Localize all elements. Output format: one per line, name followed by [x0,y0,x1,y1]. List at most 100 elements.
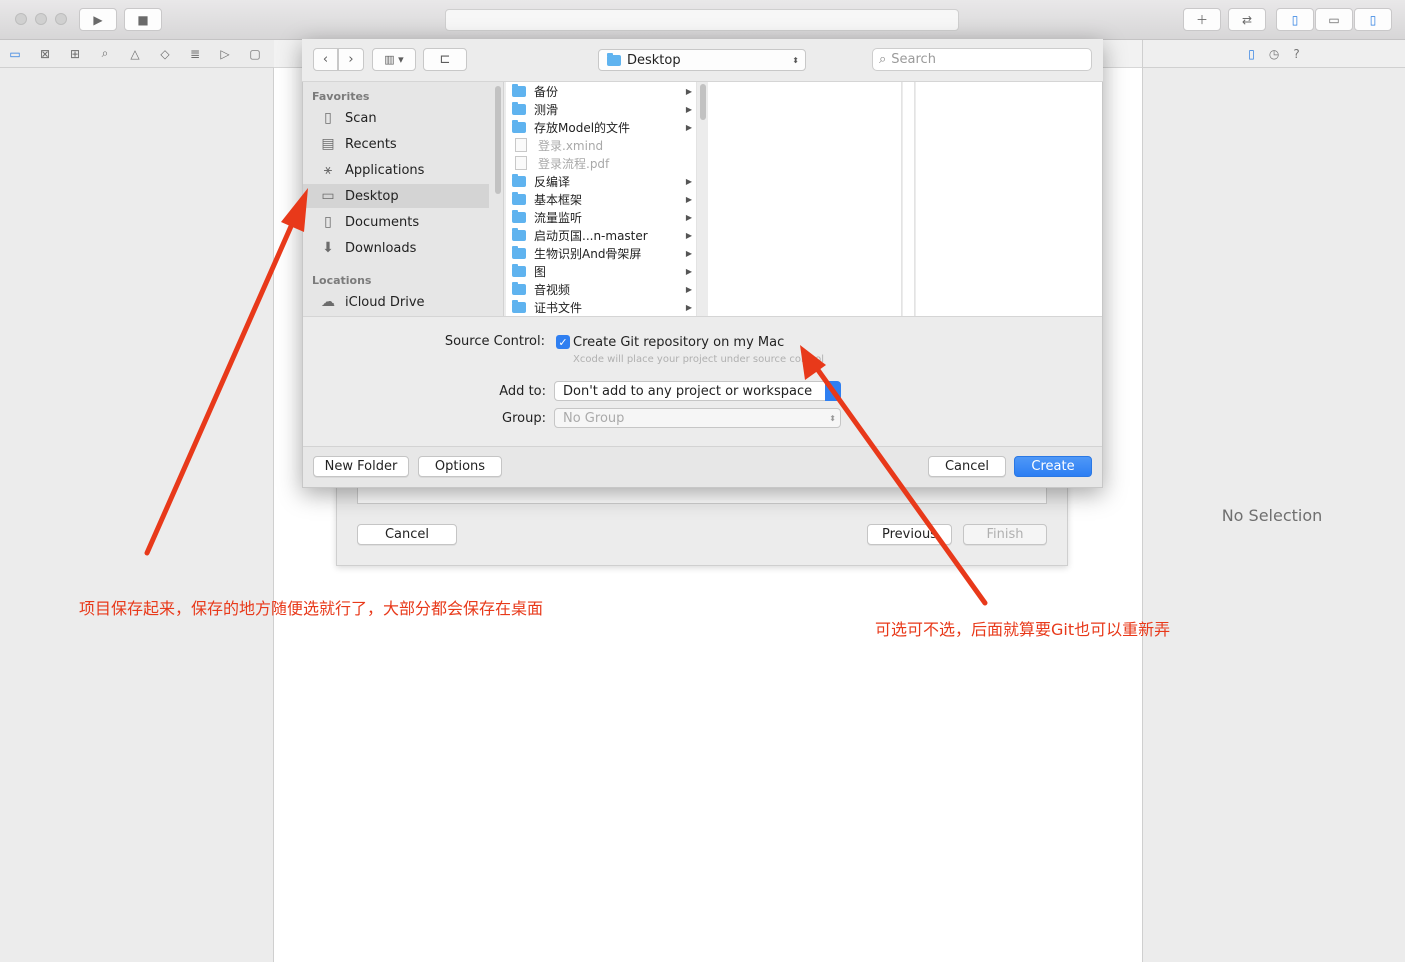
options-button[interactable]: Options [418,456,502,477]
disclosure-arrow-icon: ▶ [685,302,692,312]
list-item[interactable]: 反编译 ▶ [506,172,696,190]
add-to-value: Don't add to any project or workspace [563,383,813,399]
list-item[interactable]: 备份 ▶ [506,82,696,100]
wizard-finish-button[interactable]: Finish [963,524,1047,545]
document-icon: ▯ [324,110,332,126]
search-field[interactable]: ⌕ Search [872,48,1092,71]
sidebar-item-label: Applications [345,162,425,178]
disclosure-arrow-icon: ▶ [685,104,692,114]
test-icon[interactable]: ◇ [150,47,180,61]
run-button[interactable]: ▶ [79,8,117,31]
wizard-previous-button[interactable]: Previous [867,524,952,545]
folder-icon [512,83,526,97]
list-item[interactable]: 证书文件 ▶ [506,298,696,316]
folder-icon [512,209,526,223]
list-item[interactable]: 图 ▶ [506,262,696,280]
forward-button[interactable]: › [338,48,364,71]
folder-icon[interactable]: ▭ [0,47,30,61]
list-item[interactable]: 启动页国...n-master ▶ [506,226,696,244]
folder-icon [512,263,526,277]
list-item[interactable]: 测滑 ▶ [506,100,696,118]
view-mode-button[interactable]: ▥ ▾ [372,48,416,71]
zoom-window-button[interactable] [55,13,67,25]
stop-button[interactable]: ■ [124,8,162,31]
minimize-window-button[interactable] [35,13,47,25]
sidebar-item-label: iCloud Drive [345,294,425,310]
sidebar-scrollbar[interactable] [495,86,501,194]
list-item[interactable]: 生物识别And骨架屏 ▶ [506,244,696,262]
library-button[interactable]: ＋ [1183,8,1221,31]
swap-arrows-icon: ⇄ [1241,12,1253,27]
stop-icon: ■ [137,12,149,27]
sidebar-item-scan[interactable]: ▯ Scan [303,106,489,130]
help-icon[interactable]: ? [1293,47,1299,61]
disclosure-arrow-icon: ▶ [685,194,692,204]
wizard-cancel-button[interactable]: Cancel [357,524,457,545]
cancel-button[interactable]: Cancel [928,456,1006,477]
add-to-popup[interactable]: Don't add to any project or workspace ⬍ [554,381,841,401]
sidebar-item-icloud-drive[interactable]: ☁ iCloud Drive [303,290,489,314]
folder-icon [512,173,526,187]
warning-icon[interactable]: △ [120,47,150,61]
sidebar-item-downloads[interactable]: ⬇ Downloads [303,236,489,260]
activity-viewer [445,9,959,31]
sidebar-item-recents[interactable]: ▤ Recents [303,132,489,156]
list-item[interactable]: 基本框架 ▶ [506,190,696,208]
sidebar-item-applications[interactable]: ⚹ Applications [303,158,489,182]
finder-sidebar: Favorites ▯ Scan ▤ Recents ⚹ Application… [303,82,504,316]
plus-icon: ＋ [1195,13,1208,27]
find-icon[interactable]: ⌕ [90,46,120,61]
new-folder-toolbar-button[interactable]: ⊏ [423,48,467,71]
play-icon: ▶ [93,12,103,27]
columns-icon: ▥ ▾ [384,53,404,66]
location-popup[interactable]: Desktop ⬍ [598,49,806,71]
close-window-button[interactable] [15,13,27,25]
chevron-right-icon: › [348,52,354,67]
sidebar-item-label: Scan [345,110,377,126]
source-control-icon[interactable]: ⊠ [30,47,60,61]
downloads-icon: ⬇ [322,240,334,256]
back-button[interactable]: ‹ [313,48,338,71]
file-inspector-icon[interactable]: ▯ [1248,47,1255,61]
file-browser-column-2 [708,82,902,316]
disclosure-arrow-icon: ▶ [685,230,692,240]
debug-icon[interactable]: ≣ [180,47,210,61]
bottom-panel-icon: ▭ [1328,12,1340,27]
pdf-file-icon [515,156,527,170]
left-annotation-text: 项目保存起来，保存的地方随便选就行了，大部分都会保存在桌面 [79,599,544,618]
history-icon[interactable]: ◷ [1269,47,1279,61]
search-placeholder: Search [891,52,936,67]
git-repository-checkbox[interactable]: ✓ [556,335,570,349]
source-control-hint: Xcode will place your project under sour… [573,354,824,365]
add-to-label: Add to: [499,384,546,399]
folder-icon [512,119,526,133]
new-folder-button[interactable]: New Folder [313,456,409,477]
sidebar-item-documents[interactable]: ▯ Documents [303,210,489,234]
sidebar-item-desktop[interactable]: ▭ Desktop [303,184,489,208]
file-column-scrollbar[interactable] [700,84,706,120]
disclosure-arrow-icon: ▶ [685,86,692,96]
locations-header: Locations [312,274,372,287]
checkmark-icon: ✓ [558,335,568,349]
favorites-header: Favorites [312,90,370,103]
symbol-icon[interactable]: ⊞ [60,47,90,61]
file-browser-column-3 [903,82,915,316]
report-icon[interactable]: ▢ [240,47,270,61]
cloud-icon: ☁ [321,294,335,310]
list-item: 登录.xmind [506,136,696,154]
list-item[interactable]: 存放Model的文件 ▶ [506,118,696,136]
new-folder-icon: ⊏ [439,52,451,67]
breakpoint-icon[interactable]: ▷ [210,47,240,61]
folder-icon [512,101,526,115]
version-editor-button[interactable]: ⇄ [1228,8,1266,31]
list-item[interactable]: 音视频 ▶ [506,280,696,298]
folder-icon [512,281,526,295]
toggle-navigator-button[interactable]: ▯ [1276,8,1314,31]
toggle-debug-area-button[interactable]: ▭ [1315,8,1353,31]
list-item[interactable]: 流量监听 ▶ [506,208,696,226]
create-button[interactable]: Create [1014,456,1092,477]
group-popup[interactable]: No Group ⬍ [554,408,841,428]
toggle-inspector-button[interactable]: ▯ [1354,8,1392,31]
group-value: No Group [563,410,625,426]
folder-icon [512,299,526,313]
